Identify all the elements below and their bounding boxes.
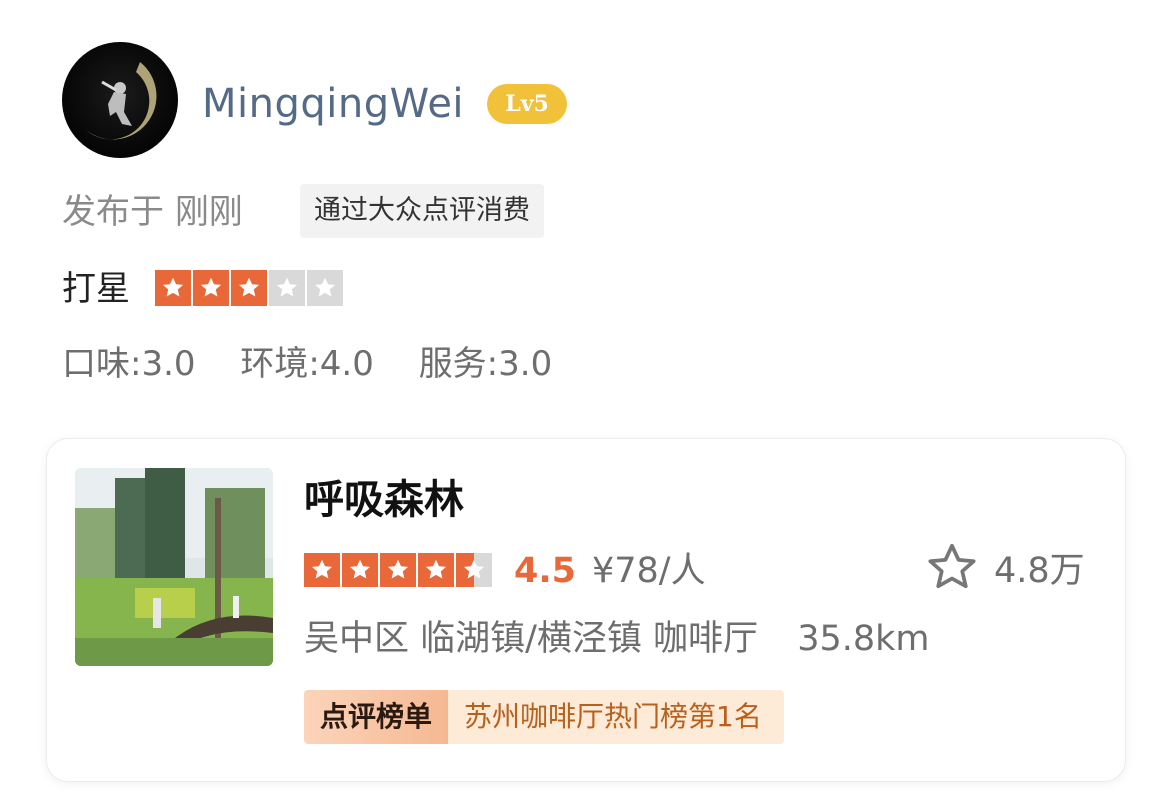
star-icon [155, 270, 191, 306]
favorite-star-icon[interactable] [924, 540, 980, 596]
shop-score: 4.5 [514, 551, 577, 591]
favorite-count: 4.8万 [994, 551, 1085, 591]
posted-time: 发布于 刚刚 [62, 190, 243, 234]
subscore-environment: 环境:4.0 [240, 344, 374, 384]
forest-photo-image [75, 468, 273, 666]
shop-name[interactable]: 呼吸森林 [304, 474, 464, 526]
shop-location: 吴中区 临湖镇/横泾镇 咖啡厅 35.8km [304, 616, 929, 662]
shop-price: ¥78/人 [592, 551, 706, 591]
subscores: 口味:3.0 环境:4.0 服务:3.0 [62, 342, 586, 386]
star-icon [456, 553, 492, 587]
source-tag: 通过大众点评消费 [300, 184, 544, 238]
star-icon [304, 553, 340, 587]
rank-text: 苏州咖啡厅热门榜第1名 [448, 690, 784, 744]
shop-photo[interactable] [75, 468, 273, 666]
rating-label: 打星 [62, 269, 130, 309]
rating-stars [155, 270, 343, 306]
posted-prefix: 发布于 [62, 192, 164, 232]
star-icon [342, 553, 378, 587]
star-icon [380, 553, 416, 587]
level-badge: Lv5 [487, 84, 567, 124]
shop-distance: 35.8km [797, 619, 930, 659]
star-icon [231, 270, 267, 306]
star-icon [193, 270, 229, 306]
rank-banner[interactable]: 点评榜单 苏州咖啡厅热门榜第1名 [304, 690, 784, 744]
shop-stars [304, 553, 492, 587]
rank-badge: 点评榜单 [304, 690, 449, 744]
star-icon [307, 270, 343, 306]
username[interactable]: MingqingWei [202, 78, 464, 130]
moon-avatar-image [86, 62, 157, 140]
shop-area: 吴中区 临湖镇/横泾镇 咖啡厅 [304, 619, 759, 659]
star-icon [418, 553, 454, 587]
posted-time-value: 刚刚 [174, 192, 243, 232]
star-icon [269, 270, 305, 306]
subscore-service: 服务:3.0 [418, 344, 553, 384]
user-avatar[interactable] [62, 42, 178, 158]
subscore-taste: 口味:3.0 [62, 344, 196, 384]
